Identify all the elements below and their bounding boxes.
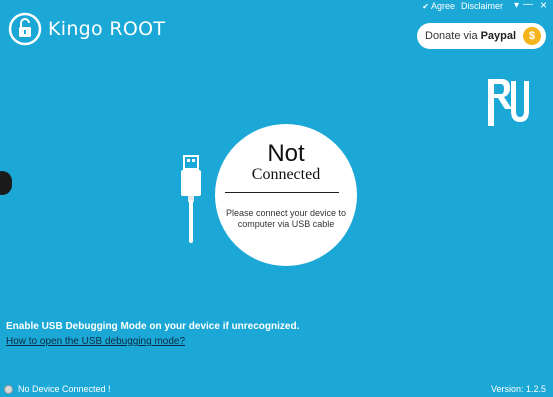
donate-label: Donate via bbox=[425, 30, 478, 42]
side-drawer-tab[interactable] bbox=[0, 171, 12, 195]
status-subtitle: Connected bbox=[251, 166, 321, 183]
connection-status-circle: Not Connected Please connect your device… bbox=[215, 124, 357, 266]
app-title: Kingo ROOT bbox=[48, 18, 165, 40]
disclaimer-link[interactable]: Disclaimer bbox=[461, 1, 503, 11]
agree-checkbox[interactable]: ✔ bbox=[422, 2, 429, 11]
agree-label[interactable]: Agree bbox=[431, 1, 455, 11]
dollar-coin-icon: $ bbox=[523, 27, 541, 45]
menu-dropdown-button[interactable]: ▾ bbox=[514, 1, 519, 11]
status-indicator-icon bbox=[4, 384, 13, 394]
app-logo: Kingo ROOT bbox=[8, 12, 165, 46]
close-button[interactable]: × bbox=[540, 0, 547, 11]
minimize-button[interactable]: — bbox=[523, 0, 533, 10]
top-bar: ✔ Agree Disclaimer bbox=[422, 1, 503, 11]
paypal-label: Paypal bbox=[480, 30, 517, 42]
ru-watermark-logo bbox=[488, 79, 529, 126]
brand-suffix: ROOT bbox=[109, 18, 166, 40]
usb-debugging-hint: Enable USB Debugging Mode on your device… bbox=[6, 321, 300, 332]
version-label: Version: 1.2.5 bbox=[490, 384, 546, 394]
usb-cable-icon bbox=[181, 155, 201, 243]
unlock-icon bbox=[8, 12, 42, 46]
usb-debugging-help-link[interactable]: How to open the USB debugging mode? bbox=[6, 336, 185, 347]
device-status-bar: No Device Connected ! bbox=[4, 384, 111, 394]
donate-paypal-button[interactable]: Donate via Paypal $ bbox=[417, 23, 546, 49]
connect-instructions: Please connect your device to computer v… bbox=[225, 208, 347, 229]
divider bbox=[225, 192, 339, 193]
kingo-root-window: Kingo ROOT ✔ Agree Disclaimer ▾ — × Dona… bbox=[0, 0, 553, 397]
device-status-text: No Device Connected ! bbox=[18, 384, 111, 394]
status-title: Not bbox=[267, 140, 305, 167]
brand-prefix: Kingo bbox=[48, 18, 103, 40]
